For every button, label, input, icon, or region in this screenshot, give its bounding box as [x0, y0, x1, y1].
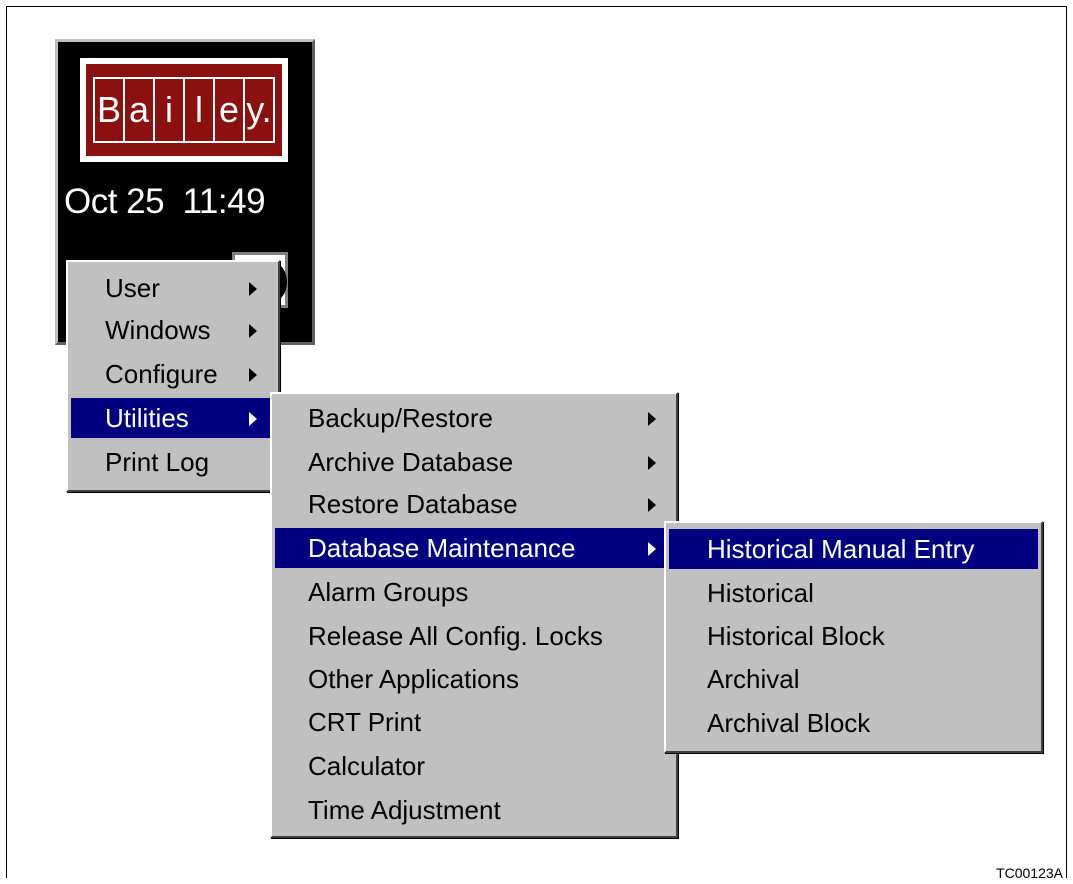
submenu-arrow-icon — [648, 456, 656, 470]
submenu-arrow-icon — [648, 498, 656, 512]
submenu-arrow-icon — [249, 412, 257, 426]
date-text: Oct 25 — [64, 182, 165, 221]
time-text: 11:49 — [182, 182, 266, 221]
logo-letter: y. — [243, 79, 273, 141]
menu-item-crt-print[interactable]: CRT Print — [275, 702, 673, 742]
bailey-logo: B a i l e y. — [80, 58, 288, 162]
logo-letters: B a i l e y. — [93, 77, 275, 143]
date-time-display: Oct 25 11:49 — [64, 182, 266, 222]
menu-item-backup-restore[interactable]: Backup/Restore — [275, 398, 673, 438]
logo-letter: i — [153, 79, 183, 141]
menu-item-archival-block[interactable]: Archival Block — [669, 703, 1038, 743]
menu-item-calculator[interactable]: Calculator — [275, 746, 673, 786]
menu-item-restore-database[interactable]: Restore Database — [275, 484, 673, 524]
menu-item-release-config-locks[interactable]: Release All Config. Locks — [275, 616, 673, 656]
figure-id: TC00123A — [996, 865, 1063, 881]
menu-item-user[interactable]: User — [71, 268, 275, 308]
logo-letter: B — [96, 89, 121, 130]
menu-item-other-applications[interactable]: Other Applications — [275, 659, 673, 699]
menu-item-time-adjustment[interactable]: Time Adjustment — [275, 790, 673, 830]
menu-item-configure[interactable]: Configure — [71, 354, 275, 394]
menu-item-database-maintenance[interactable]: Database Maintenance — [275, 528, 673, 568]
menu-item-utilities[interactable]: Utilities — [71, 398, 275, 438]
utilities-menu: Backup/Restore Archive Database Restore … — [270, 392, 678, 838]
submenu-arrow-icon — [249, 368, 257, 382]
submenu-arrow-icon — [249, 282, 257, 296]
menu-item-print-log[interactable]: Print Log — [71, 442, 275, 482]
logo-letter: l — [183, 79, 213, 141]
logo-letter: e — [213, 79, 243, 141]
logo-letter: a — [123, 79, 153, 141]
menu-item-historical-manual-entry[interactable]: Historical Manual Entry — [669, 529, 1038, 569]
menu-item-alarm-groups[interactable]: Alarm Groups — [275, 572, 673, 612]
menu-item-archival[interactable]: Archival — [669, 659, 1038, 699]
submenu-arrow-icon — [648, 412, 656, 426]
menu-item-historical-block[interactable]: Historical Block — [669, 616, 1038, 656]
menu-item-windows[interactable]: Windows — [71, 310, 275, 350]
database-maintenance-menu: Historical Manual Entry Historical Histo… — [664, 521, 1043, 753]
menu-item-historical[interactable]: Historical — [669, 573, 1038, 613]
submenu-arrow-icon — [249, 324, 257, 338]
submenu-arrow-icon — [648, 542, 656, 556]
main-menu: User Windows Configure Utilities Print L… — [66, 260, 280, 492]
menu-item-archive-database[interactable]: Archive Database — [275, 442, 673, 482]
